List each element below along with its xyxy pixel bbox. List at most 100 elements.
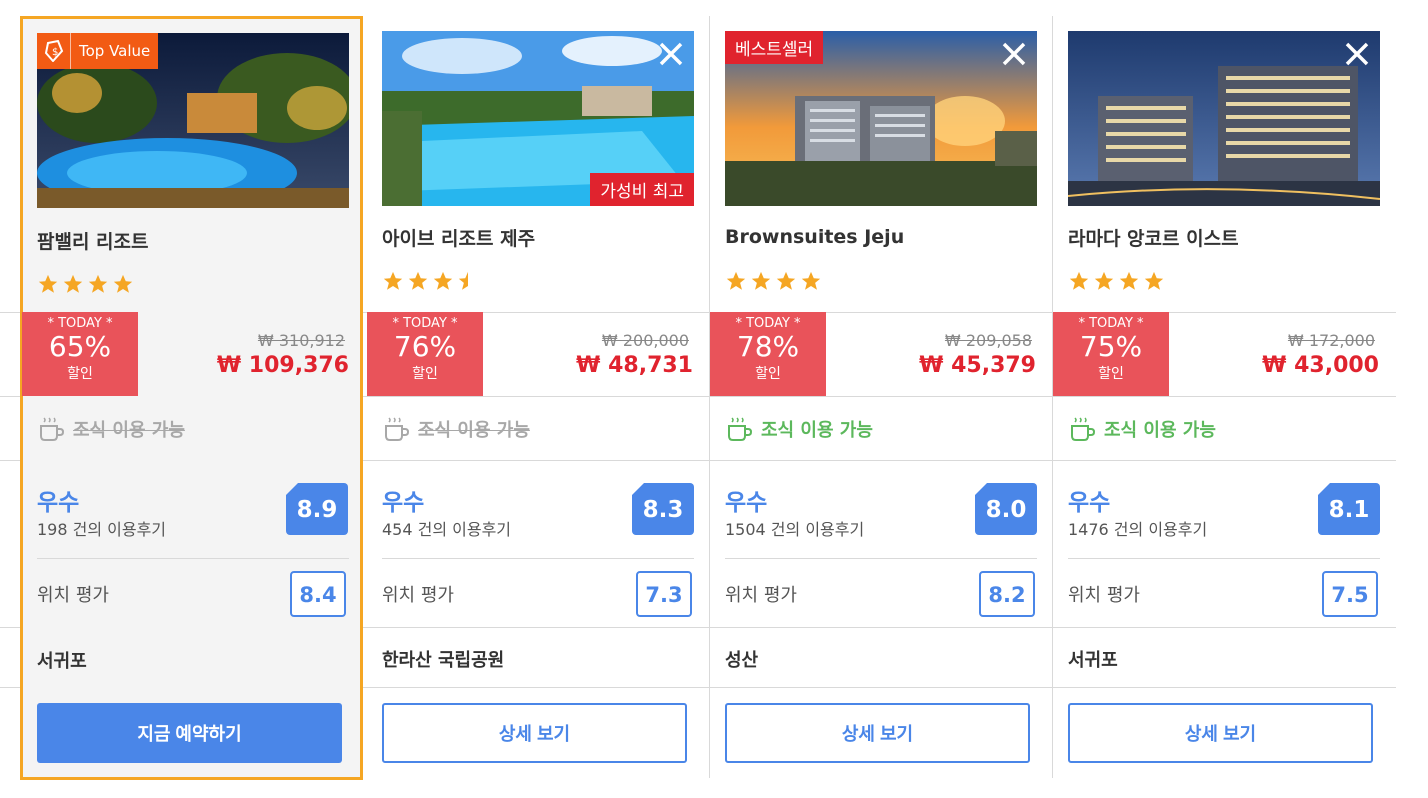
location-score: 7.3: [636, 571, 692, 617]
view-details-button[interactable]: 상세 보기: [382, 703, 687, 763]
star-icon: [408, 271, 428, 290]
hotel-card[interactable]: 라마다 앙코르 이스트 * TODAY * 75% 할인 ₩ 172,000 ₩…: [1053, 16, 1396, 780]
location-label: 위치 평가: [725, 585, 797, 606]
hotel-photo[interactable]: $ Top Value: [37, 33, 349, 208]
star-rating: [1068, 270, 1165, 292]
discount-percent: 76%: [393, 330, 457, 363]
breakfast-info: 조식 이용 가능: [37, 416, 185, 442]
location-label: 위치 평가: [37, 585, 109, 606]
star-icon: [801, 271, 821, 290]
star-icon: [88, 274, 108, 293]
review-count[interactable]: 454 건의 이용후기: [382, 516, 511, 540]
breakfast-info: 조식 이용 가능: [1068, 416, 1216, 442]
hotel-area: 성산: [725, 650, 759, 671]
star-icon: [1144, 271, 1164, 290]
star-icon: [1069, 271, 1089, 290]
review-score: 8.0: [974, 482, 1037, 535]
location-score: 8.2: [979, 571, 1035, 617]
review-grade: 우수: [37, 490, 80, 516]
hotel-name[interactable]: Brownsuites Jeju: [725, 226, 904, 248]
star-icon: [1094, 271, 1114, 290]
coffee-cup-icon: [1071, 417, 1096, 441]
discount-unit: 할인: [1098, 366, 1124, 382]
breakfast-info: 조식 이용 가능: [382, 416, 530, 442]
today-label: * TODAY *: [735, 316, 801, 331]
hotel-card[interactable]: 가성비 최고 아이브 리조트 제주 * TODAY * 76% 할인 ₩ 200…: [367, 16, 710, 780]
star-rating: [37, 273, 134, 295]
today-discount-box: * TODAY * 65% 할인: [22, 312, 138, 396]
hotel-photo[interactable]: 베스트셀러: [725, 31, 1037, 206]
review-count[interactable]: 198 건의 이용후기: [37, 516, 166, 540]
review-count[interactable]: 1504 건의 이용후기: [725, 516, 864, 540]
hotel-name[interactable]: 팜밸리 리조트: [37, 227, 149, 254]
star-icon: [38, 274, 58, 293]
value-badge: 가성비 최고: [590, 173, 694, 206]
star-icon: [726, 271, 746, 290]
sale-price: ₩ 48,731: [576, 353, 693, 378]
today-discount-box: * TODAY * 78% 할인: [710, 312, 826, 396]
star-icon: [433, 271, 453, 290]
hotel-photo[interactable]: [1068, 31, 1380, 206]
star-icon: [776, 271, 796, 290]
location-score: 8.4: [290, 571, 346, 617]
svg-text:$: $: [52, 47, 58, 58]
breakfast-label: 조식 이용 가능: [418, 420, 530, 441]
discount-unit: 할인: [755, 366, 781, 382]
hotel-name[interactable]: 라마다 앙코르 이스트: [1068, 224, 1239, 251]
star-icon: [383, 271, 403, 290]
view-details-button[interactable]: 상세 보기: [725, 703, 1030, 763]
original-price: ₩ 200,000: [601, 331, 689, 350]
coffee-cup-icon: [40, 417, 65, 441]
hotel-name[interactable]: 아이브 리조트 제주: [382, 224, 535, 251]
star-icon: [751, 271, 771, 290]
close-icon[interactable]: [1001, 41, 1027, 67]
star-icon: [63, 274, 83, 293]
close-icon[interactable]: [658, 41, 684, 67]
today-discount-box: * TODAY * 75% 할인: [1053, 312, 1169, 396]
sale-price: ₩ 109,376: [216, 353, 349, 378]
breakfast-info: 조식 이용 가능: [725, 416, 873, 442]
original-price: ₩ 172,000: [1287, 331, 1375, 350]
today-label: * TODAY *: [392, 316, 458, 331]
today-discount-box: * TODAY * 76% 할인: [367, 312, 483, 396]
location-score: 7.5: [1322, 571, 1378, 617]
hotel-card[interactable]: 베스트셀러 Brownsuites Jeju * TODAY * 78% 할인 …: [710, 16, 1053, 780]
section-divider: [1068, 558, 1380, 559]
review-score: 8.9: [285, 482, 348, 535]
hotel-area: 한라산 국립공원: [382, 650, 505, 671]
review-score: 8.1: [1317, 482, 1380, 535]
top-value-label: Top Value: [71, 33, 159, 69]
breakfast-label: 조식 이용 가능: [73, 420, 185, 441]
bestseller-badge: 베스트셀러: [725, 31, 824, 64]
location-label: 위치 평가: [382, 585, 454, 606]
hotel-area: 서귀포: [37, 651, 87, 672]
review-grade: 우수: [382, 490, 425, 516]
hotel-photo[interactable]: 가성비 최고: [382, 31, 694, 206]
book-now-button[interactable]: 지금 예약하기: [37, 703, 342, 763]
discount-unit: 할인: [412, 366, 438, 382]
hotel-area: 서귀포: [1068, 650, 1118, 671]
section-divider: [37, 558, 349, 559]
today-label: * TODAY *: [47, 316, 113, 331]
review-grade: 우수: [1068, 490, 1111, 516]
today-label: * TODAY *: [1078, 316, 1144, 331]
coffee-cup-icon: [728, 417, 753, 441]
star-icon: [1119, 271, 1139, 290]
discount-percent: 78%: [736, 330, 800, 363]
section-divider: [382, 558, 694, 559]
sale-price: ₩ 45,379: [919, 353, 1036, 378]
review-score: 8.3: [631, 482, 694, 535]
review-grade: 우수: [725, 490, 768, 516]
location-label: 위치 평가: [1068, 585, 1140, 606]
original-price: ₩ 310,912: [257, 331, 345, 350]
review-count[interactable]: 1476 건의 이용후기: [1068, 516, 1207, 540]
view-details-button[interactable]: 상세 보기: [1068, 703, 1373, 763]
close-icon[interactable]: [1344, 41, 1370, 67]
breakfast-label: 조식 이용 가능: [1104, 420, 1216, 441]
star-rating: [382, 270, 479, 292]
hotel-card-featured[interactable]: $ Top Value 팜밸리 리조트 * TODAY * 65% 할인 ₩ 3…: [20, 16, 363, 780]
star-half-icon: [458, 271, 468, 290]
discount-percent: 75%: [1079, 330, 1143, 363]
original-price: ₩ 209,058: [944, 331, 1032, 350]
coffee-cup-icon: [385, 417, 410, 441]
